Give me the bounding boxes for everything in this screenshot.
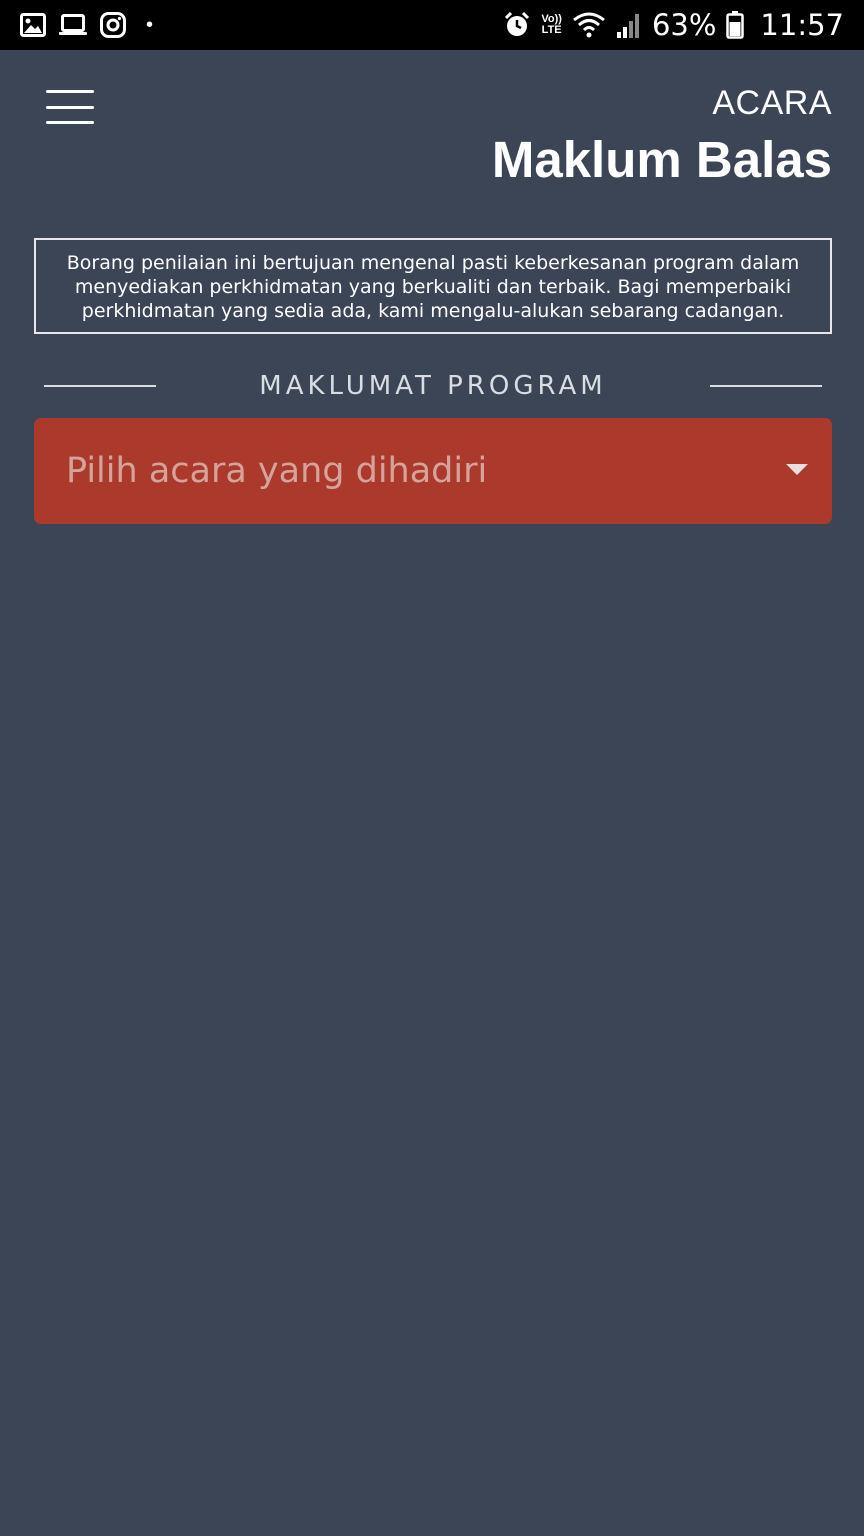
signal-icon [616, 11, 642, 39]
caret-down-icon [786, 463, 808, 475]
gallery-icon [20, 13, 46, 37]
clock: 11:57 [760, 8, 844, 42]
battery-percent: 63% [651, 8, 717, 42]
menu-bar-3 [46, 121, 94, 124]
page-title: Maklum Balas [491, 131, 832, 188]
menu-bar-1 [46, 90, 94, 93]
app-screen: ACARA Maklum Balas Borang penilaian ini … [0, 50, 864, 1536]
status-bar-left: • [20, 12, 153, 38]
event-select-dropdown[interactable]: Pilih acara yang dihadiri [34, 418, 832, 524]
volte-icon: Vo)) LTE [541, 14, 562, 36]
section-label: MAKLUMAT PROGRAM [259, 371, 607, 401]
alarm-icon [503, 11, 531, 39]
section-divider: MAKLUMAT PROGRAM [44, 368, 822, 404]
instagram-icon [100, 12, 126, 38]
notification-dot: • [146, 14, 154, 36]
volte-bottom-text: LTE [541, 24, 562, 36]
laptop-icon [58, 13, 88, 37]
divider-line-right [710, 385, 822, 387]
wifi-icon [572, 11, 606, 39]
info-box: Borang penilaian ini bertujuan mengenal … [34, 238, 832, 334]
header-subtitle: ACARA [712, 84, 832, 122]
menu-bar-2 [46, 105, 94, 109]
divider-line-left [44, 385, 156, 387]
hamburger-menu-icon[interactable] [46, 90, 94, 124]
status-bar: • Vo)) LTE 63% 11:57 [0, 0, 864, 50]
status-bar-right: Vo)) LTE 63% 11:57 [503, 8, 844, 42]
battery-icon [726, 11, 745, 39]
event-select-placeholder: Pilih acara yang dihadiri [66, 451, 488, 491]
